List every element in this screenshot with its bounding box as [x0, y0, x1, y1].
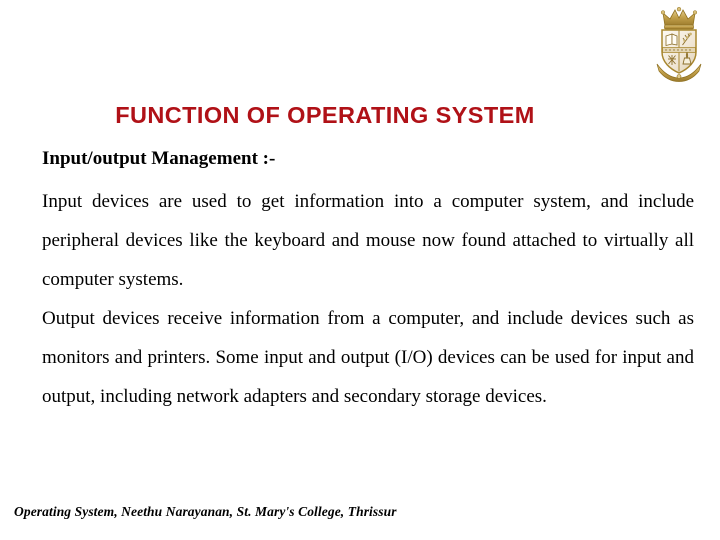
body-subheading: Input/output Management :- — [42, 148, 276, 169]
shield-icon — [661, 29, 697, 74]
slide-body: Input/output Management :- Input devices… — [42, 143, 694, 416]
body-paragraph-2: Output devices receive information from … — [42, 308, 694, 407]
body-paragraph-1: Input devices are used to get informatio… — [42, 191, 694, 290]
book-charge-icon — [665, 33, 678, 47]
slide-title: FUNCTION OF OPERATING SYSTEM — [115, 102, 535, 128]
slide-canvas: FUNCTION OF OPERATING SYSTEM Input/outpu… — [0, 0, 720, 540]
crown-icon — [660, 7, 698, 30]
college-crest-logo — [653, 6, 705, 82]
slide-footer: Operating System, Neethu Narayanan, St. … — [14, 504, 397, 519]
